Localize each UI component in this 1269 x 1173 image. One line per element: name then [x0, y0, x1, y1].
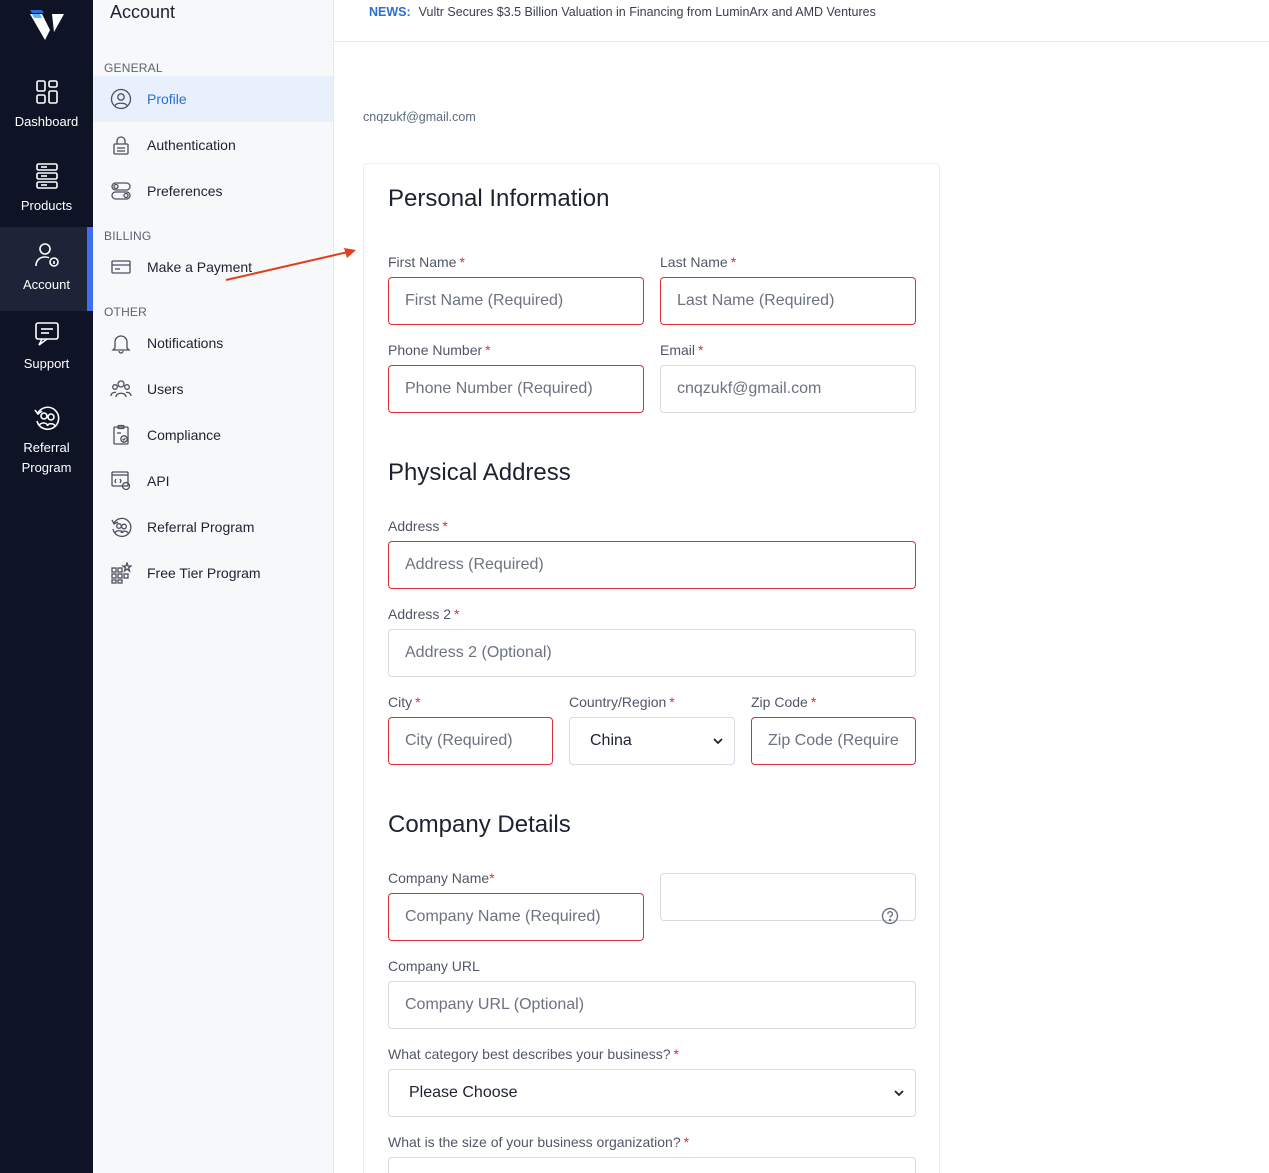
physical-address-heading: Physical Address: [388, 459, 571, 486]
rail-item-dashboard[interactable]: Dashboard: [0, 78, 93, 132]
company-name-label: Company Name*: [388, 870, 495, 886]
dashboard-icon: [35, 80, 58, 104]
chevron-down-icon: [713, 738, 723, 745]
profile-form-card: Personal Information First Name* Last Na…: [363, 163, 940, 1173]
first-name-label: First Name *: [388, 254, 465, 270]
main-nav-rail: Dashboard Products Account Support Refer…: [0, 0, 93, 1173]
lock-icon: [113, 136, 129, 155]
personal-information-heading: Personal Information: [388, 185, 610, 212]
chevron-down-icon: [894, 1090, 904, 1097]
phone-number-input[interactable]: [388, 365, 644, 413]
vultr-logo-icon[interactable]: [28, 10, 66, 42]
section-billing: BILLING: [104, 229, 152, 243]
city-input[interactable]: [388, 717, 553, 765]
sidebar-item-label: Referral Program: [147, 519, 255, 535]
address-input[interactable]: [388, 541, 916, 589]
sidebar-item-free-tier[interactable]: Free Tier Program: [93, 550, 333, 596]
sidebar-title: Account: [110, 2, 176, 22]
address-2-input[interactable]: [388, 629, 916, 677]
company-name-input[interactable]: [388, 893, 644, 941]
sidebar-item-label: Notifications: [147, 335, 224, 351]
country-region-label: Country/Region *: [569, 694, 675, 710]
company-extra-input[interactable]: [660, 873, 916, 921]
toggle-icon: [111, 182, 131, 200]
business-size-select[interactable]: [388, 1157, 916, 1173]
bell-icon: [111, 335, 131, 354]
rail-label-products: Products: [20, 198, 73, 213]
rail-label-account: Account: [23, 277, 70, 292]
email-input[interactable]: [660, 365, 916, 413]
zip-code-label: Zip Code *: [751, 694, 817, 710]
grid-star-icon: [111, 562, 132, 584]
sidebar-item-authentication[interactable]: Authentication: [93, 122, 333, 168]
company-url-input[interactable]: [388, 981, 916, 1029]
rail-label-dashboard: Dashboard: [14, 114, 79, 129]
first-name-input[interactable]: [388, 277, 644, 325]
rail-item-support[interactable]: Support: [0, 320, 93, 374]
help-circle-icon[interactable]: [881, 907, 899, 925]
last-name-input[interactable]: [660, 277, 916, 325]
address-2-label: Address 2 *: [388, 606, 460, 622]
sidebar-item-label: Make a Payment: [147, 259, 253, 275]
sidebar-item-notifications[interactable]: Notifications: [93, 320, 333, 366]
user-circle-icon: [110, 88, 132, 110]
address-label: Address *: [388, 518, 448, 534]
news-tag: NEWS:: [369, 5, 411, 19]
business-category-select[interactable]: Please Choose: [388, 1069, 916, 1117]
server-stack-icon: [35, 163, 58, 189]
rail-item-account[interactable]: Account: [0, 227, 93, 311]
credit-card-icon: [111, 260, 131, 274]
sidebar-item-label: Compliance: [147, 427, 221, 443]
api-icon: [111, 471, 131, 491]
last-name-label: Last Name *: [660, 254, 737, 270]
sidebar-item-label: Authentication: [147, 137, 236, 153]
sidebar-item-referral-program[interactable]: Referral Program: [93, 504, 333, 550]
news-banner[interactable]: NEWS: Vultr Secures $3.5 Billion Valuatio…: [334, 0, 1269, 42]
referral-program-icon: [33, 406, 59, 430]
sidebar-item-make-payment[interactable]: Make a Payment: [93, 244, 333, 290]
email-label: Email *: [660, 342, 704, 358]
sidebar-item-label: Users: [147, 381, 184, 397]
rail-item-referral[interactable]: Referral Program: [0, 404, 93, 478]
section-general: GENERAL: [104, 61, 163, 75]
sidebar-item-label: Profile: [147, 91, 187, 107]
sidebar-item-api[interactable]: API: [93, 458, 333, 504]
business-category-label: What category best describes your busine…: [388, 1046, 679, 1062]
country-region-value: China: [590, 732, 632, 749]
news-text[interactable]: Vultr Secures $3.5 Billion Valuation in …: [419, 5, 876, 19]
sidebar-item-profile[interactable]: Profile: [93, 76, 333, 122]
referral-icon: [111, 517, 132, 538]
account-sidebar: Account GENERAL Profile Authentication P…: [93, 0, 334, 1173]
rail-label-referral: Referral Program: [21, 440, 72, 475]
business-category-value: Please Choose: [409, 1084, 518, 1101]
section-other: OTHER: [104, 305, 147, 319]
phone-number-label: Phone Number *: [388, 342, 491, 358]
user-lock-icon: [34, 243, 59, 267]
clipboard-check-icon: [113, 424, 129, 445]
rail-item-products[interactable]: Products: [0, 162, 93, 216]
business-size-label: What is the size of your business organi…: [388, 1134, 690, 1150]
zip-code-input[interactable]: [751, 717, 916, 765]
sidebar-item-label: Free Tier Program: [147, 565, 261, 581]
sidebar-item-label: Preferences: [147, 183, 223, 199]
city-label: City *: [388, 694, 421, 710]
sidebar-item-label: API: [147, 473, 170, 489]
chat-support-icon: [34, 322, 59, 346]
company-details-heading: Company Details: [388, 811, 571, 838]
sidebar-item-compliance[interactable]: Compliance: [93, 412, 333, 458]
users-icon: [110, 380, 132, 398]
country-region-select[interactable]: China: [569, 717, 735, 765]
sidebar-item-preferences[interactable]: Preferences: [93, 168, 333, 214]
sidebar-item-users[interactable]: Users: [93, 366, 333, 412]
rail-label-support: Support: [23, 356, 70, 371]
account-email: cnqzukf@gmail.com: [363, 110, 476, 124]
company-url-label: Company URL: [388, 958, 480, 974]
app-root: Dashboard Products Account Support Refer…: [0, 0, 1269, 1173]
